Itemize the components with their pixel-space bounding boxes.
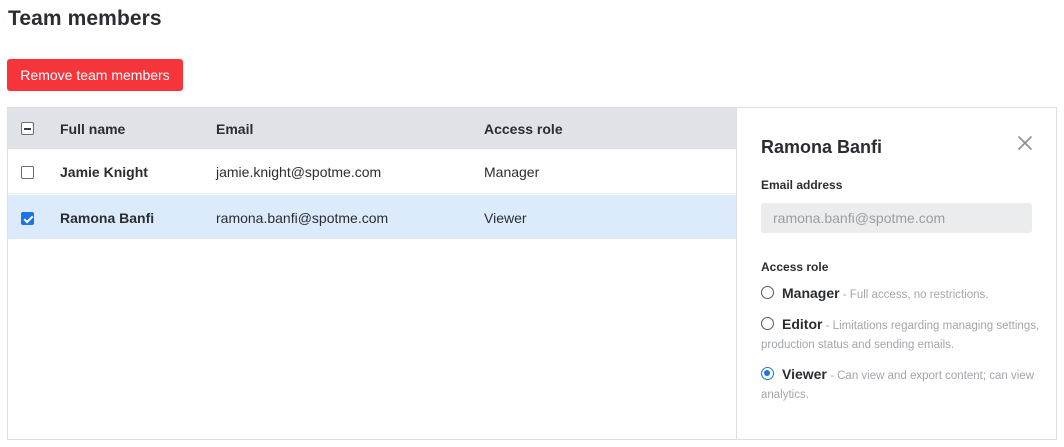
column-header-email[interactable]: Email (216, 121, 253, 137)
row-full-name: Jamie Knight (60, 164, 148, 180)
page-title: Team members (8, 7, 162, 30)
table-row[interactable]: Ramona Banfi ramona.banfi@spotme.com Vie… (8, 195, 736, 239)
row-full-name: Ramona Banfi (60, 210, 155, 226)
row-email: ramona.banfi@spotme.com (216, 210, 389, 226)
access-role-label: Access role (761, 260, 829, 274)
radio-button[interactable] (761, 286, 774, 299)
email-address-label: Email address (761, 178, 843, 192)
radio-button[interactable] (761, 317, 774, 330)
role-option-editor[interactable]: Editor - Limitations regarding managing … (761, 315, 1041, 355)
role-option-name: Manager (782, 285, 840, 301)
row-checkbox[interactable] (21, 166, 34, 179)
remove-team-members-button[interactable]: Remove team members (7, 59, 183, 91)
detail-title: Ramona Banfi (761, 137, 883, 157)
members-panel: Full name Email Access role Jamie Knight… (7, 107, 1057, 440)
row-access-role: Viewer (484, 210, 527, 226)
column-header-access-role[interactable]: Access role (484, 121, 563, 137)
row-email: jamie.knight@spotme.com (216, 164, 382, 180)
email-field[interactable] (761, 203, 1032, 233)
member-detail-panel: Ramona Banfi Email address Access role M… (736, 108, 1056, 439)
role-option-name: Editor (782, 316, 823, 332)
members-table: Full name Email Access role Jamie Knight… (8, 108, 736, 439)
role-option-name: Viewer (782, 366, 827, 382)
select-all-checkbox[interactable] (21, 122, 34, 135)
role-option-viewer[interactable]: Viewer - Can view and export content; ca… (761, 365, 1041, 405)
column-header-full-name[interactable]: Full name (60, 121, 125, 137)
row-access-role: Manager (484, 164, 540, 180)
table-row[interactable]: Jamie Knight jamie.knight@spotme.com Man… (8, 149, 736, 194)
table-header: Full name Email Access role (8, 108, 736, 149)
row-checkbox[interactable] (21, 212, 34, 225)
role-option-description: - Full access, no restrictions. (842, 289, 989, 301)
role-option-manager[interactable]: Manager - Full access, no restrictions. (761, 284, 1041, 305)
radio-button-selected[interactable] (761, 367, 774, 380)
close-icon[interactable] (1017, 135, 1033, 151)
